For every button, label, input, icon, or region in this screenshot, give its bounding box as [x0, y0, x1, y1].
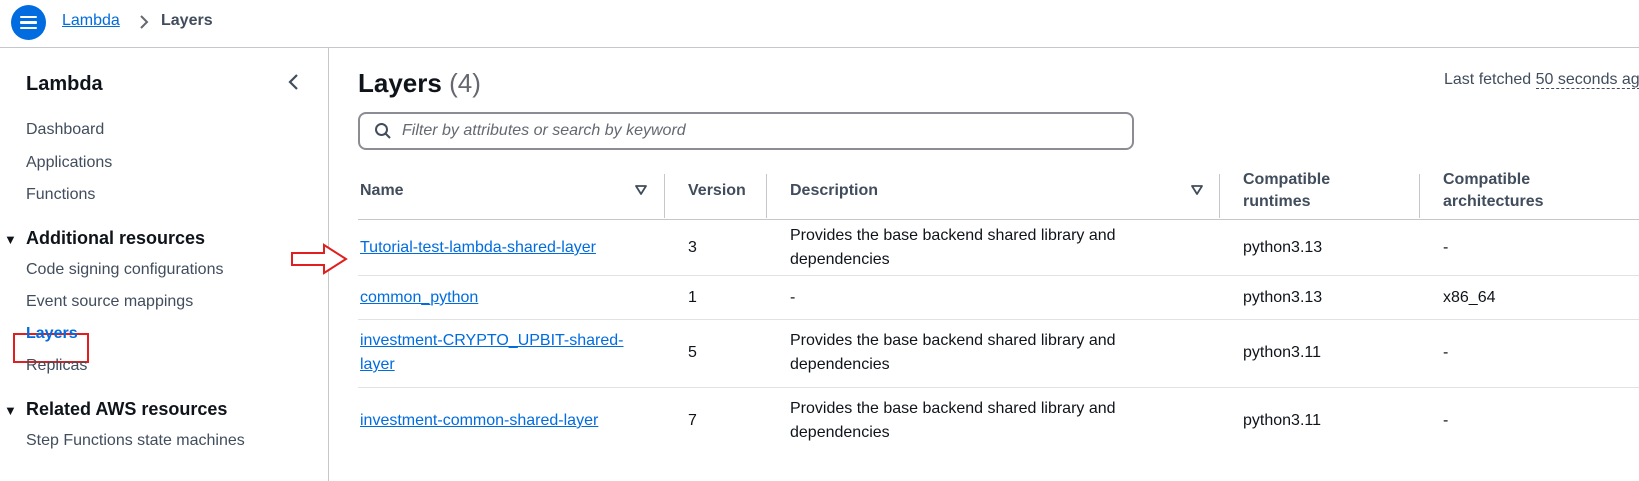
layer-name-link[interactable]: layer	[360, 356, 395, 373]
section-label: Additional resources	[26, 228, 206, 248]
search-input[interactable]	[402, 120, 1102, 142]
sort-triangle-icon[interactable]	[1190, 183, 1204, 197]
runtime-cell: python3.11	[1243, 344, 1321, 361]
description-line: Provides the base backend shared library…	[790, 332, 1116, 349]
last-fetched-value[interactable]: 50 seconds ag	[1535, 71, 1639, 89]
caret-down-icon: ▼	[4, 232, 17, 247]
table-row: investment-common-shared-layer 7 Provide…	[358, 388, 1639, 456]
table-row: Tutorial-test-lambda-shared-layer 3 Prov…	[358, 220, 1639, 276]
sidebar-item-code-signing[interactable]: Code signing configurations	[26, 261, 223, 279]
last-fetched: Last fetched 50 seconds ag	[1444, 71, 1639, 89]
layer-name-link[interactable]: investment-common-shared-layer	[360, 412, 598, 429]
collapse-sidebar-button[interactable]	[282, 70, 306, 94]
sidebar-title: Lambda	[26, 73, 103, 95]
runtime-cell: python3.13	[1243, 289, 1323, 306]
description-line: dependencies	[790, 356, 890, 373]
chevron-left-icon	[288, 74, 298, 90]
version-cell: 3	[688, 239, 697, 256]
column-header-name[interactable]: Name	[360, 180, 404, 202]
sidebar: Lambda Dashboard Applications Functions …	[0, 48, 329, 481]
runtime-cell: python3.13	[1243, 239, 1323, 256]
breadcrumb-lambda[interactable]: Lambda	[62, 12, 120, 30]
column-header-architectures[interactable]: Compatible architectures	[1443, 169, 1544, 213]
header-line: Compatible	[1443, 171, 1531, 188]
page-title: Layers (4)	[358, 68, 481, 99]
description-line: Provides the base backend shared library…	[790, 400, 1116, 417]
layer-name-cell: Tutorial-test-lambda-shared-layer	[360, 236, 596, 260]
layer-name-cell: investment-CRYPTO_UPBIT-shared- layer	[360, 329, 624, 377]
version-cell: 5	[688, 344, 697, 361]
table-header: Name Version Description Compatible runt…	[358, 162, 1639, 220]
sidebar-item-step-functions[interactable]: Step Functions state machines	[26, 432, 245, 450]
search-icon	[375, 123, 391, 139]
sidebar-item-functions[interactable]: Functions	[26, 186, 95, 204]
sidebar-item-event-source-mappings[interactable]: Event source mappings	[26, 293, 193, 311]
sidebar-item-dashboard[interactable]: Dashboard	[26, 121, 104, 139]
table-row: investment-CRYPTO_UPBIT-shared- layer 5 …	[358, 320, 1639, 388]
description-cell: Provides the base backend shared library…	[790, 397, 1116, 445]
version-cell: 7	[688, 412, 697, 429]
description-cell: Provides the base backend shared library…	[790, 224, 1116, 272]
top-bar: Lambda Layers	[0, 0, 1639, 48]
sidebar-item-replicas[interactable]: Replicas	[26, 357, 87, 375]
description-line: dependencies	[790, 251, 890, 268]
search-box[interactable]	[358, 112, 1134, 150]
architecture-cell: -	[1443, 239, 1449, 256]
architecture-cell: -	[1443, 412, 1449, 429]
table-row: common_python 1 - python3.13 x86_64	[358, 276, 1639, 320]
annotation-arrow-icon	[291, 243, 348, 275]
hamburger-icon	[20, 15, 37, 30]
version-cell: 1	[688, 289, 697, 306]
last-fetched-label: Last fetched	[1444, 71, 1532, 88]
breadcrumb-current: Layers	[161, 12, 213, 29]
page-title-text: Layers	[358, 68, 442, 98]
layer-name-link[interactable]: common_python	[360, 289, 478, 306]
column-header-description[interactable]: Description	[790, 180, 878, 202]
description-cell: -	[790, 289, 796, 306]
sidebar-item-layers[interactable]: Layers	[26, 325, 78, 343]
column-header-runtimes[interactable]: Compatible runtimes	[1243, 169, 1330, 213]
architecture-cell: -	[1443, 344, 1449, 361]
layer-count: (4)	[449, 68, 481, 98]
header-line: Compatible	[1243, 171, 1331, 188]
architecture-cell: x86_64	[1443, 289, 1496, 306]
description-line: dependencies	[790, 424, 890, 441]
layer-name-link[interactable]: Tutorial-test-lambda-shared-layer	[360, 239, 596, 256]
description-line: Provides the base backend shared library…	[790, 227, 1116, 244]
chevron-right-icon	[137, 13, 151, 36]
header-line: architectures	[1443, 193, 1544, 210]
main-content: Layers (4) Last fetched 50 seconds ag Na…	[330, 48, 1639, 481]
runtime-cell: python3.11	[1243, 412, 1321, 429]
menu-button[interactable]	[11, 5, 46, 40]
section-related-aws-resources[interactable]: ▼ Related AWS resources	[4, 399, 227, 420]
sidebar-item-applications[interactable]: Applications	[26, 154, 112, 172]
section-label: Related AWS resources	[26, 399, 228, 419]
sort-triangle-icon[interactable]	[634, 183, 648, 197]
layer-name-cell: investment-common-shared-layer	[360, 409, 598, 433]
layer-name-cell: common_python	[360, 286, 478, 310]
header-line: runtimes	[1243, 193, 1311, 210]
section-additional-resources[interactable]: ▼ Additional resources	[4, 228, 205, 249]
layer-name-link[interactable]: investment-CRYPTO_UPBIT-shared-	[360, 332, 624, 349]
description-cell: Provides the base backend shared library…	[790, 329, 1116, 377]
column-header-version[interactable]: Version	[688, 180, 746, 202]
caret-down-icon: ▼	[4, 403, 17, 418]
